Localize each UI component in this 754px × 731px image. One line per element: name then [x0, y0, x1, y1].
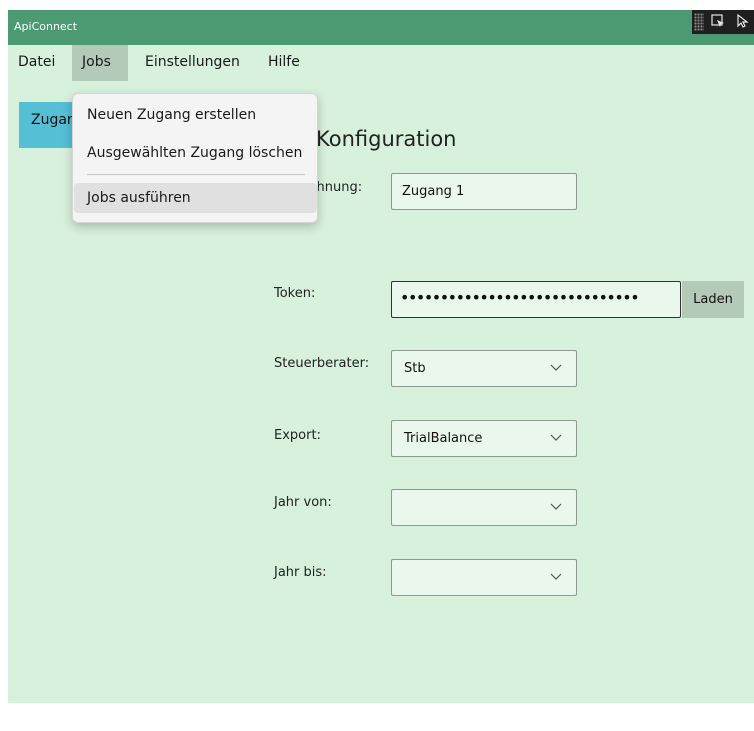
select-element-icon[interactable] [710, 14, 726, 30]
jahr-bis-select[interactable] [391, 559, 577, 596]
bezeichnung-value: Zugang 1 [402, 184, 465, 199]
grip-icon[interactable] [694, 13, 704, 31]
chevron-down-icon [550, 503, 562, 510]
jahr-von-label: Jahr von: [274, 495, 332, 510]
token-value: •••••••••••••••••••••••••••••• [400, 288, 640, 307]
menu-item-jobs-ausfuehren[interactable]: Jobs ausführen [74, 183, 317, 213]
steuerberater-value: Stb [404, 361, 426, 376]
chevron-down-icon [550, 364, 562, 371]
menu-bar: Datei Jobs Einstellungen Hilfe [8, 45, 754, 81]
jobs-dropdown-menu: Neuen Zugang erstellen Ausgewählten Zuga… [72, 93, 318, 223]
token-input[interactable]: •••••••••••••••••••••••••••••• [391, 281, 681, 318]
chevron-down-icon [550, 434, 562, 441]
export-value: TrialBalance [404, 431, 483, 446]
export-select[interactable]: TrialBalance [391, 420, 577, 457]
steuerberater-select[interactable]: Stb [391, 350, 577, 387]
chevron-down-icon [550, 573, 562, 580]
load-token-button[interactable]: Laden [682, 281, 744, 318]
app-title: ApiConnect [14, 20, 78, 33]
jahr-bis-label: Jahr bis: [274, 565, 327, 580]
menu-item-neuen-zugang[interactable]: Neuen Zugang erstellen [74, 100, 317, 130]
page-heading: Konfiguration [316, 127, 457, 151]
bezeichnung-input[interactable]: Zugang 1 [391, 173, 577, 210]
menu-separator [87, 174, 305, 175]
menu-datei[interactable]: Datei [8, 45, 65, 81]
steuerberater-label: Steuerberater: [274, 356, 370, 371]
jahr-von-select[interactable] [391, 489, 577, 526]
menu-item-zugang-loeschen[interactable]: Ausgewählten Zugang löschen [74, 138, 317, 168]
token-label: Token: [274, 286, 316, 301]
export-label: Export: [274, 428, 321, 443]
debug-toolbar [692, 10, 754, 34]
app-window: ApiConnect Datei Jobs Einstellungen Hilf… [8, 10, 754, 703]
pointer-icon[interactable] [734, 13, 750, 30]
menu-einstellungen[interactable]: Einstellungen [135, 45, 250, 81]
title-bar: ApiConnect [8, 10, 754, 45]
menu-jobs[interactable]: Jobs [72, 45, 128, 81]
menu-hilfe[interactable]: Hilfe [258, 45, 310, 81]
